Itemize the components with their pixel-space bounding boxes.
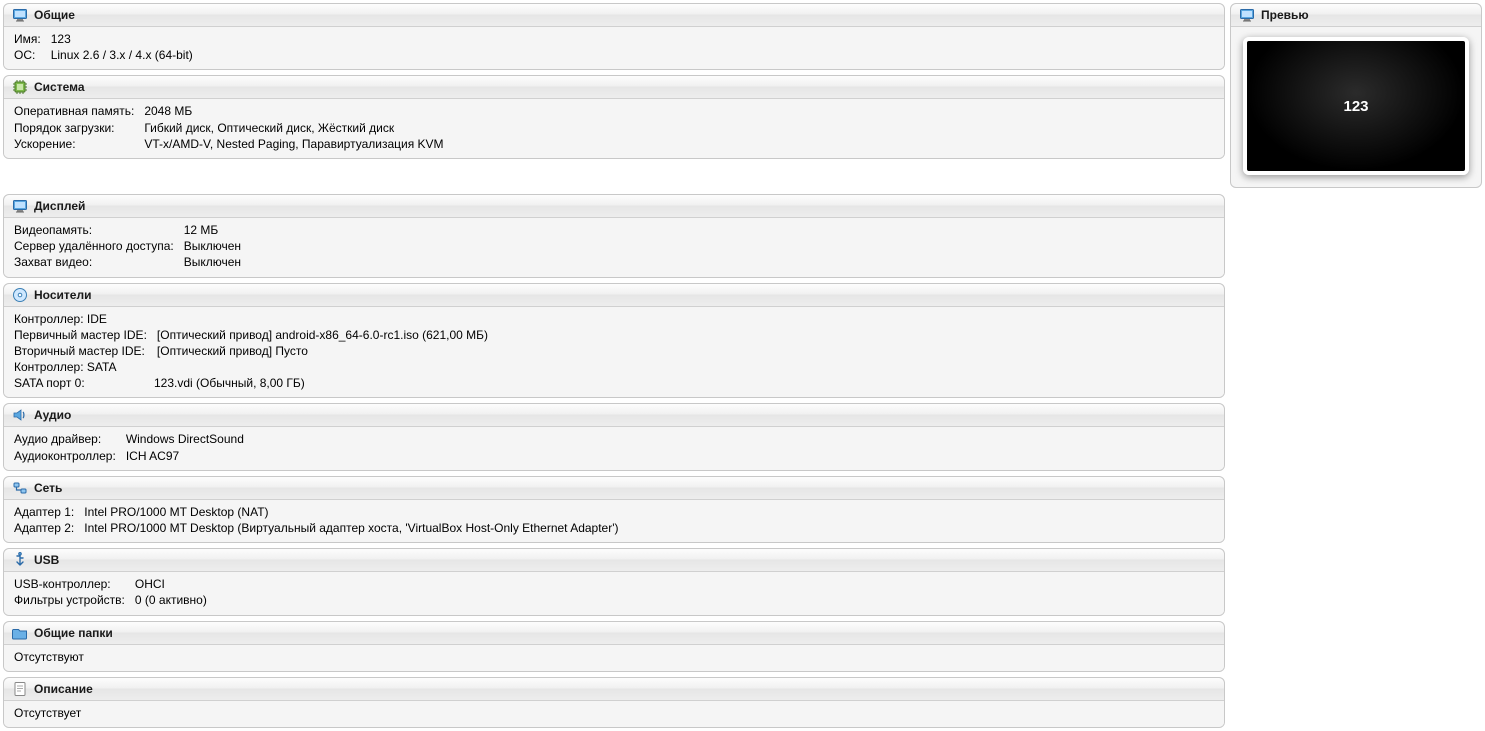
videocap-label: Захват видео: bbox=[14, 254, 184, 270]
shared-folders-panel: Общие папки Отсутствуют bbox=[3, 621, 1225, 672]
shared-folders-value: Отсутствуют bbox=[14, 650, 84, 664]
usb-title: USB bbox=[34, 553, 59, 567]
shared-folders-title: Общие папки bbox=[34, 626, 113, 640]
os-label: ОС: bbox=[14, 47, 51, 63]
videocap-value: Выключен bbox=[184, 254, 251, 270]
description-value: Отсутствует bbox=[14, 706, 81, 720]
audio-ctrl-label: Аудиоконтроллер: bbox=[14, 448, 126, 464]
adapter2-label: Адаптер 2: bbox=[14, 520, 84, 536]
name-label: Имя: bbox=[14, 31, 51, 47]
preview-column: Превью 123 bbox=[1230, 3, 1482, 728]
monitor-icon bbox=[12, 7, 28, 23]
audio-driver-value: Windows DirectSound bbox=[126, 431, 254, 447]
preview-header[interactable]: Превью bbox=[1231, 4, 1481, 27]
sata0-label: SATA порт 0: bbox=[14, 375, 154, 391]
general-title: Общие bbox=[34, 8, 75, 22]
ide-secondary-label: Вторичный мастер IDE: bbox=[14, 343, 157, 359]
network-icon bbox=[12, 480, 28, 496]
vm-details-layout: Общие Имя:123 ОС:Linux 2.6 / 3.x / 4.x (… bbox=[0, 0, 1485, 731]
boot-value: Гибкий диск, Оптический диск, Жёсткий ди… bbox=[144, 120, 453, 136]
usb-filters-label: Фильтры устройств: bbox=[14, 592, 135, 608]
display-header[interactable]: Дисплей bbox=[4, 195, 1224, 218]
ide-controller: Контроллер: IDE bbox=[14, 311, 1214, 327]
usb-header[interactable]: USB bbox=[4, 549, 1224, 572]
network-title: Сеть bbox=[34, 481, 62, 495]
system-title: Система bbox=[34, 80, 85, 94]
ram-label: Оперативная память: bbox=[14, 103, 144, 119]
speaker-icon bbox=[12, 407, 28, 423]
system-header[interactable]: Система bbox=[4, 76, 1224, 99]
display-title: Дисплей bbox=[34, 199, 85, 213]
storage-header[interactable]: Носители bbox=[4, 284, 1224, 307]
adapter1-label: Адаптер 1: bbox=[14, 504, 84, 520]
general-panel: Общие Имя:123 ОС:Linux 2.6 / 3.x / 4.x (… bbox=[3, 3, 1225, 70]
system-panel: Система Оперативная память:2048 МБ Поряд… bbox=[3, 75, 1225, 159]
ide-primary-value: [Оптический привод] android-x86_64-6.0-r… bbox=[157, 327, 498, 343]
network-panel: Сеть Адаптер 1:Intel PRO/1000 MT Desktop… bbox=[3, 476, 1225, 543]
audio-header[interactable]: Аудио bbox=[4, 404, 1224, 427]
preview-monitor-icon bbox=[1239, 7, 1255, 23]
shared-folders-header[interactable]: Общие папки bbox=[4, 622, 1224, 645]
usb-panel: USB USB-контроллер:OHCI Фильтры устройст… bbox=[3, 548, 1225, 615]
general-header[interactable]: Общие bbox=[4, 4, 1224, 27]
storage-title: Носители bbox=[34, 288, 91, 302]
vram-label: Видеопамять: bbox=[14, 222, 184, 238]
sata0-value: 123.vdi (Обычный, 8,00 ГБ) bbox=[154, 375, 315, 391]
display-panel: Дисплей Видеопамять:12 МБ Сервер удалённ… bbox=[3, 194, 1225, 278]
storage-panel: Носители Контроллер: IDE Первичный масте… bbox=[3, 283, 1225, 399]
os-value: Linux 2.6 / 3.x / 4.x (64-bit) bbox=[51, 47, 203, 63]
description-panel: Описание Отсутствует bbox=[3, 677, 1225, 728]
network-header[interactable]: Сеть bbox=[4, 477, 1224, 500]
audio-panel: Аудио Аудио драйвер:Windows DirectSound … bbox=[3, 403, 1225, 470]
description-title: Описание bbox=[34, 682, 93, 696]
rdp-value: Выключен bbox=[184, 238, 251, 254]
adapter1-value: Intel PRO/1000 MT Desktop (NAT) bbox=[84, 504, 628, 520]
name-value: 123 bbox=[51, 31, 203, 47]
disc-icon bbox=[12, 287, 28, 303]
ram-value: 2048 МБ bbox=[144, 103, 453, 119]
display-icon bbox=[12, 198, 28, 214]
usb-ctrl-value: OHCI bbox=[135, 576, 217, 592]
usb-icon bbox=[12, 552, 28, 568]
preview-panel: Превью 123 bbox=[1230, 3, 1482, 188]
description-header[interactable]: Описание bbox=[4, 678, 1224, 701]
usb-filters-value: 0 (0 активно) bbox=[135, 592, 217, 608]
rdp-label: Сервер удалённого доступа: bbox=[14, 238, 184, 254]
details-column: Общие Имя:123 ОС:Linux 2.6 / 3.x / 4.x (… bbox=[3, 3, 1225, 728]
sata-controller: Контроллер: SATA bbox=[14, 359, 1214, 375]
chip-icon bbox=[12, 79, 28, 95]
preview-title: Превью bbox=[1261, 8, 1309, 22]
adapter2-value: Intel PRO/1000 MT Desktop (Виртуальный а… bbox=[84, 520, 628, 536]
audio-ctrl-value: ICH AC97 bbox=[126, 448, 254, 464]
audio-driver-label: Аудио драйвер: bbox=[14, 431, 126, 447]
accel-value: VT-x/AMD-V, Nested Paging, Паравиртуализ… bbox=[144, 136, 453, 152]
ide-primary-label: Первичный мастер IDE: bbox=[14, 327, 157, 343]
accel-label: Ускорение: bbox=[14, 136, 144, 152]
usb-ctrl-label: USB-контроллер: bbox=[14, 576, 135, 592]
audio-title: Аудио bbox=[34, 408, 71, 422]
vram-value: 12 МБ bbox=[184, 222, 251, 238]
boot-label: Порядок загрузки: bbox=[14, 120, 144, 136]
document-icon bbox=[12, 681, 28, 697]
ide-secondary-value: [Оптический привод] Пусто bbox=[157, 343, 498, 359]
preview-thumbnail[interactable]: 123 bbox=[1243, 37, 1469, 175]
preview-vm-name: 123 bbox=[1343, 98, 1368, 115]
folder-icon bbox=[12, 625, 28, 641]
